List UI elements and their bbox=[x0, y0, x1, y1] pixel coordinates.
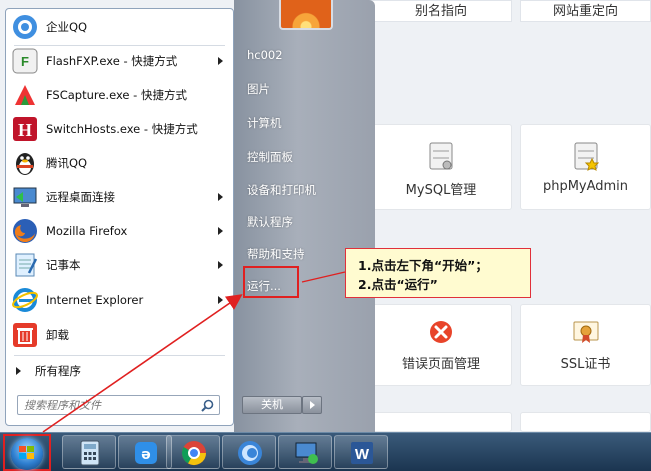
firefox-icon bbox=[11, 217, 39, 245]
search-input[interactable] bbox=[24, 398, 194, 412]
windows-flag-icon bbox=[19, 446, 34, 459]
svg-text:ə: ə bbox=[141, 447, 151, 463]
program-label: FlashFXP.exe - 快捷方式 bbox=[46, 54, 178, 68]
taskbar-browser-c[interactable] bbox=[222, 435, 276, 469]
all-programs-arrow-icon bbox=[16, 367, 21, 375]
svg-text:F: F bbox=[21, 54, 29, 69]
fscapture-icon bbox=[11, 81, 39, 109]
user-folder-item[interactable]: hc002 bbox=[247, 48, 283, 62]
partial-tile-right bbox=[520, 412, 651, 432]
flashfxp-icon: F bbox=[11, 47, 39, 75]
submenu-arrow-icon bbox=[218, 57, 223, 65]
default-programs-item[interactable]: 默认程序 bbox=[247, 214, 293, 230]
word-icon: W bbox=[351, 442, 373, 464]
remote-desktop-icon bbox=[11, 183, 39, 211]
program-label: Mozilla Firefox bbox=[46, 224, 128, 238]
program-item-firefox[interactable]: Mozilla Firefox bbox=[6, 214, 233, 248]
uninstall-icon bbox=[11, 321, 39, 349]
program-item-remote-desktop[interactable]: 远程桌面连接 bbox=[6, 180, 233, 214]
ssl-label: SSL证书 bbox=[560, 357, 611, 372]
submenu-arrow-icon bbox=[218, 227, 223, 235]
qq-penguin-icon bbox=[11, 149, 39, 177]
chrome-icon bbox=[181, 441, 206, 466]
program-item-switchhosts[interactable]: H SwitchHosts.exe - 快捷方式 bbox=[6, 112, 233, 146]
program-label: 企业QQ bbox=[46, 20, 88, 34]
error-page-label: 错误页面管理 bbox=[401, 357, 480, 372]
calculator-icon bbox=[80, 440, 100, 466]
certificate-icon bbox=[573, 321, 598, 343]
enterprise-qq-icon bbox=[11, 13, 39, 41]
program-label: FSCapture.exe - 快捷方式 bbox=[46, 88, 187, 102]
remote-network-icon bbox=[295, 442, 318, 464]
start-menu-right-pane: hc002 图片 计算机 控制面板 设备和打印机 默认程序 帮助和支持 运行..… bbox=[234, 0, 375, 432]
computer-item[interactable]: 计算机 bbox=[247, 115, 282, 131]
devices-printers-item[interactable]: 设备和打印机 bbox=[247, 182, 316, 198]
chevron-right-icon bbox=[310, 401, 315, 409]
run-highlight-box bbox=[243, 266, 299, 298]
taskbar: ə W bbox=[0, 432, 651, 471]
mysql-tile[interactable]: MySQL管理 bbox=[370, 124, 512, 210]
program-label: SwitchHosts.exe - 快捷方式 bbox=[46, 122, 198, 136]
submenu-arrow-icon bbox=[218, 261, 223, 269]
taskbar-remote-network[interactable] bbox=[278, 435, 332, 469]
svg-text:W: W bbox=[355, 446, 370, 463]
program-item-flashfxp[interactable]: F FlashFXP.exe - 快捷方式 bbox=[6, 44, 233, 78]
database-star-icon bbox=[574, 142, 599, 171]
submenu-arrow-icon bbox=[218, 193, 223, 201]
start-menu-left-pane: 企业QQ F FlashFXP.exe - 快捷方式 FSCapture.exe… bbox=[5, 8, 234, 426]
ssl-tile[interactable]: SSL证书 bbox=[520, 304, 651, 386]
error-page-tile[interactable]: 错误页面管理 bbox=[370, 304, 512, 386]
program-item-enterprise-qq[interactable]: 企业QQ bbox=[6, 10, 233, 44]
search-box[interactable] bbox=[17, 395, 220, 415]
search-icon[interactable] bbox=[201, 399, 214, 412]
partial-tile-left bbox=[370, 412, 512, 432]
program-item-notepad[interactable]: 记事本 bbox=[6, 248, 233, 282]
program-item-ie[interactable]: Internet Explorer bbox=[6, 283, 233, 317]
baidu-browser-icon: ə bbox=[135, 442, 157, 464]
program-item-fscapture[interactable]: FSCapture.exe - 快捷方式 bbox=[6, 78, 233, 112]
redirect-header[interactable]: 网站重定向 bbox=[520, 0, 651, 22]
alias-header[interactable]: 别名指向 bbox=[370, 0, 512, 22]
program-label: 腾讯QQ bbox=[46, 156, 88, 170]
shutdown-options-button[interactable] bbox=[302, 396, 322, 414]
program-item-qq[interactable]: 腾讯QQ bbox=[6, 146, 233, 180]
all-programs-item[interactable]: 所有程序 bbox=[6, 359, 233, 383]
start-button[interactable] bbox=[3, 434, 51, 471]
user-avatar[interactable] bbox=[279, 0, 333, 30]
control-panel-item[interactable]: 控制面板 bbox=[247, 149, 293, 165]
taskbar-baidu-browser[interactable]: ə bbox=[118, 435, 172, 469]
browser-c-icon bbox=[238, 441, 262, 465]
program-label: Internet Explorer bbox=[46, 293, 144, 307]
svg-text:H: H bbox=[18, 120, 32, 140]
notepad-icon bbox=[11, 251, 39, 279]
program-label: 卸载 bbox=[46, 328, 69, 342]
shutdown-button[interactable]: 关机 bbox=[242, 396, 302, 414]
mysql-label: MySQL管理 bbox=[405, 183, 477, 198]
callout-line-2: 2.点击“运行” bbox=[358, 277, 438, 292]
phpmyadmin-tile[interactable]: phpMyAdmin bbox=[520, 124, 651, 210]
database-icon bbox=[429, 142, 453, 170]
callout-line-1: 1.点击左下角“开始”； bbox=[358, 258, 488, 273]
ie-icon bbox=[11, 286, 39, 314]
program-label: 记事本 bbox=[46, 258, 81, 272]
program-label: 远程桌面连接 bbox=[46, 190, 115, 204]
help-support-item[interactable]: 帮助和支持 bbox=[247, 246, 305, 262]
taskbar-word[interactable]: W bbox=[334, 435, 388, 469]
error-icon bbox=[430, 321, 452, 343]
start-menu: hc002 图片 计算机 控制面板 设备和打印机 默认程序 帮助和支持 运行..… bbox=[0, 0, 375, 432]
all-programs-separator bbox=[14, 355, 225, 356]
pictures-item[interactable]: 图片 bbox=[247, 81, 270, 97]
taskbar-chrome[interactable] bbox=[166, 435, 220, 469]
program-item-uninstall[interactable]: 卸载 bbox=[6, 318, 233, 352]
instruction-callout: 1.点击左下角“开始”； 2.点击“运行” bbox=[345, 248, 531, 298]
all-programs-label: 所有程序 bbox=[35, 364, 81, 378]
taskbar-calculator[interactable] bbox=[62, 435, 116, 469]
phpmyadmin-label: phpMyAdmin bbox=[542, 179, 629, 194]
switchhosts-icon: H bbox=[11, 115, 39, 143]
submenu-arrow-icon bbox=[218, 296, 223, 304]
